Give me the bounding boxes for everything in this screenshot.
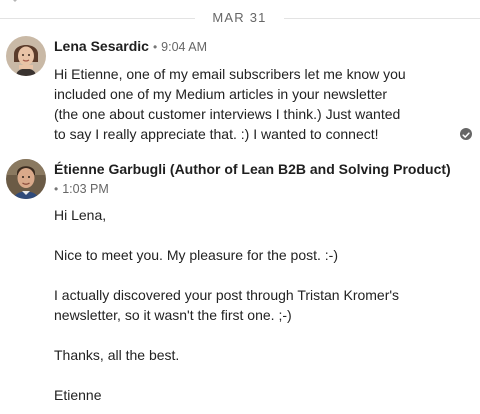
message-header: Étienne Garbugli (Author of Lean B2B and… xyxy=(54,160,451,178)
date-label: MAR 31 xyxy=(212,10,267,25)
message-line: (the one about customer interviews I thi… xyxy=(54,106,401,122)
message-paragraph: Thanks, all the best. xyxy=(54,347,180,363)
message-line: included one of my Medium articles in yo… xyxy=(54,86,388,102)
message-line: Hi Etienne, one of my email subscribers … xyxy=(54,66,406,82)
message-paragraph: Hi Lena, xyxy=(54,207,107,223)
avatar-etienne[interactable] xyxy=(6,159,46,199)
message-header: Lena Sesardic • 9:04 AM xyxy=(54,37,207,56)
message-item: Étienne Garbugli (Author of Lean B2B and… xyxy=(0,158,480,414)
sender-name[interactable]: Lena Sesardic xyxy=(54,38,149,54)
divider-line-right xyxy=(284,18,480,19)
message-paragraph: I actually discovered your post through … xyxy=(54,287,400,303)
separator-dot: • xyxy=(152,40,158,54)
message-item: Lena Sesardic • 9:04 AM Hi Etienne, one of… xyxy=(0,34,480,144)
message-body: Hi Lena, Nice to meet you. My pleasure f… xyxy=(54,205,454,405)
sender-name[interactable]: Étienne Garbugli (Author of Lean B2B and… xyxy=(54,161,451,177)
message-body: Hi Etienne, one of my email subscribers … xyxy=(54,64,454,144)
divider-line-left xyxy=(0,18,195,19)
timestamp: 9:04 AM xyxy=(161,40,208,54)
check-circle-icon xyxy=(460,128,472,140)
message-paragraph: newsletter, so it wasn't the first one. … xyxy=(54,307,292,323)
separator-dot: • xyxy=(54,182,59,196)
message-paragraph: Etienne xyxy=(54,387,102,403)
avatar-photo xyxy=(6,36,46,76)
message-meta: • 1:03 PM xyxy=(54,179,109,198)
avatar-photo xyxy=(6,159,46,199)
message-paragraph: Nice to meet you. My pleasure for the po… xyxy=(54,247,339,263)
date-divider: MAR 31 xyxy=(0,6,480,30)
message-line: to say I really appreciate that. :) I wa… xyxy=(54,126,379,142)
timestamp: 1:03 PM xyxy=(62,182,109,196)
avatar-lena[interactable] xyxy=(6,36,46,76)
previous-item-fragment-icon xyxy=(13,0,17,2)
